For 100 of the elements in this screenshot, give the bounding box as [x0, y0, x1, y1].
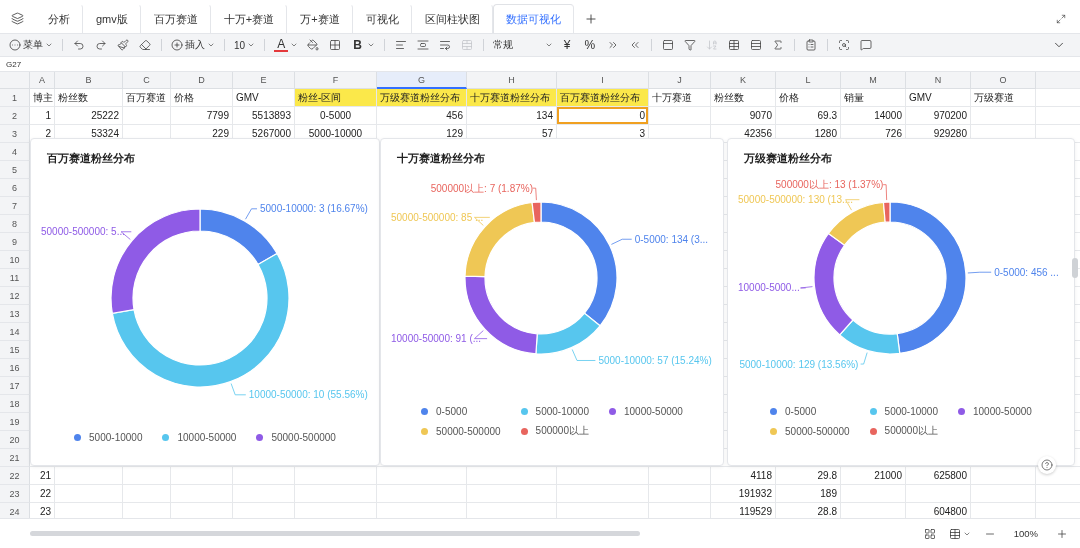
table-cell: GMV	[233, 89, 295, 107]
row-header[interactable]: 15	[0, 341, 30, 359]
column-header[interactable]: B	[55, 72, 123, 89]
legend-label[interactable]: 50000-500000	[436, 425, 501, 437]
legend-label[interactable]: 500000以上	[535, 424, 589, 438]
table-cell: 29.8	[776, 467, 841, 485]
table-cell: 21000	[841, 467, 906, 485]
name-box[interactable]: G27	[0, 59, 30, 69]
row-header[interactable]: 23	[0, 485, 30, 503]
table-cell	[649, 485, 711, 503]
column-header[interactable]: M	[841, 72, 906, 89]
column-header[interactable]: O	[971, 72, 1036, 89]
zoom-level[interactable]: 100%	[1005, 528, 1046, 539]
column-header[interactable]: H	[467, 72, 557, 89]
table-cell: 百万赛道	[123, 89, 171, 107]
table-cell: 14000	[841, 107, 906, 125]
table-cell: 十万赛道	[649, 89, 711, 107]
row-header[interactable]: 13	[0, 305, 30, 323]
legend-dot	[162, 434, 170, 441]
number-format-dropdown[interactable]: 常规	[489, 38, 556, 52]
row-header[interactable]: 7	[0, 197, 30, 215]
legend-label[interactable]: 10000-50000	[177, 432, 237, 443]
caret-icon	[290, 41, 299, 49]
legend-label[interactable]: 10000-50000	[623, 406, 683, 417]
bold-button[interactable]: B	[347, 39, 378, 51]
column-header[interactable]: I	[557, 72, 649, 89]
legend-dot	[957, 408, 965, 415]
legend-label[interactable]: 5000-10000	[884, 406, 938, 417]
table-cell: 4118	[711, 467, 776, 485]
menu-icon	[9, 39, 21, 51]
sheet-tab[interactable]: 万+赛道	[287, 4, 353, 33]
sheet-tab[interactable]: 区间柱状图	[411, 4, 493, 33]
sheet-tab[interactable]: 百万赛道	[140, 4, 211, 33]
sheet-tab[interactable]: 可视化	[352, 4, 412, 33]
legend-dot	[520, 408, 528, 415]
row-header[interactable]: 1	[0, 89, 30, 107]
row-header[interactable]: 9	[0, 233, 30, 251]
row-header[interactable]: 16	[0, 359, 30, 377]
legend-label[interactable]: 50000-500000	[785, 425, 850, 437]
column-header[interactable]: J	[649, 72, 711, 89]
legend-dot	[256, 434, 264, 441]
slice-label: 50000-500000: 85 ...	[391, 211, 484, 223]
sheet-tab[interactable]: gmv版	[83, 4, 141, 33]
leader-line	[245, 208, 258, 220]
slice-label: 10000-50000: 10 (55.56%)	[248, 389, 368, 401]
legend-label[interactable]: 5000-10000	[535, 406, 589, 417]
table-cell: 百万赛道粉丝分布	[557, 89, 649, 107]
row-header[interactable]: 18	[0, 395, 30, 413]
scrollbar[interactable]	[1072, 258, 1078, 278]
leader-line	[532, 187, 537, 201]
row-header[interactable]: 5	[0, 161, 30, 179]
column-header[interactable]: G	[377, 72, 467, 89]
row-header[interactable]: 3	[0, 125, 30, 143]
column-header[interactable]: F	[295, 72, 377, 89]
row-header[interactable]: 14	[0, 323, 30, 341]
legend-label[interactable]: 50000-500000	[271, 432, 336, 443]
row-header[interactable]: 17	[0, 377, 30, 395]
table-cell: 粉丝数	[711, 89, 776, 107]
font-size-dropdown[interactable]: 10	[231, 39, 259, 51]
row-header[interactable]: 19	[0, 413, 30, 431]
scrollbar[interactable]	[30, 531, 640, 536]
row-header[interactable]: 8	[0, 215, 30, 233]
sheet-tab[interactable]: 数据可视化	[492, 4, 574, 33]
column-header[interactable]: L	[776, 72, 841, 89]
insert-button[interactable]: 插入	[168, 38, 218, 52]
row-header[interactable]: 12	[0, 287, 30, 305]
slice-label: 5000-10000: 129 (13.56%)	[739, 358, 859, 370]
column-header[interactable]: A	[30, 72, 55, 89]
table-cell	[649, 107, 711, 125]
legend-label[interactable]: 500000以上	[884, 424, 938, 438]
row-header[interactable]: 22	[0, 467, 30, 485]
row-header[interactable]: 21	[0, 449, 30, 467]
text-color-button[interactable]: A	[271, 38, 302, 52]
row-header[interactable]: 6	[0, 179, 30, 197]
legend-label[interactable]: 5000-10000	[89, 432, 143, 443]
legend-label[interactable]: 0-5000	[436, 406, 468, 417]
table-cell: 21	[30, 467, 55, 485]
row-header[interactable]: 24	[0, 503, 30, 518]
row-header[interactable]: 4	[0, 143, 30, 161]
row-header[interactable]: 2	[0, 107, 30, 125]
sheet-tab[interactable]: 十万+赛道	[210, 4, 288, 33]
table-cell: 5513893	[233, 107, 295, 125]
table-cell: 万级赛道	[971, 89, 1036, 107]
row-header[interactable]: 11	[0, 269, 30, 287]
legend-label[interactable]: 0-5000	[785, 406, 817, 417]
column-header[interactable]: E	[233, 72, 295, 89]
row-header[interactable]: 10	[0, 251, 30, 269]
row-header[interactable]: 20	[0, 431, 30, 449]
leader-line	[611, 238, 633, 245]
chart-title: 百万赛道粉丝分布	[46, 151, 136, 166]
currency-button[interactable]: ¥	[557, 39, 577, 51]
column-header[interactable]: C	[123, 72, 171, 89]
column-header[interactable]: D	[171, 72, 233, 89]
legend-label[interactable]: 10000-50000	[972, 406, 1032, 417]
column-header[interactable]: N	[906, 72, 971, 89]
leader-line	[474, 216, 491, 226]
percent-button[interactable]: %	[578, 39, 602, 51]
menu-button[interactable]: 菜单	[6, 38, 56, 52]
column-header[interactable]: K	[711, 72, 776, 89]
sheet-tab[interactable]: 分析	[35, 4, 83, 33]
